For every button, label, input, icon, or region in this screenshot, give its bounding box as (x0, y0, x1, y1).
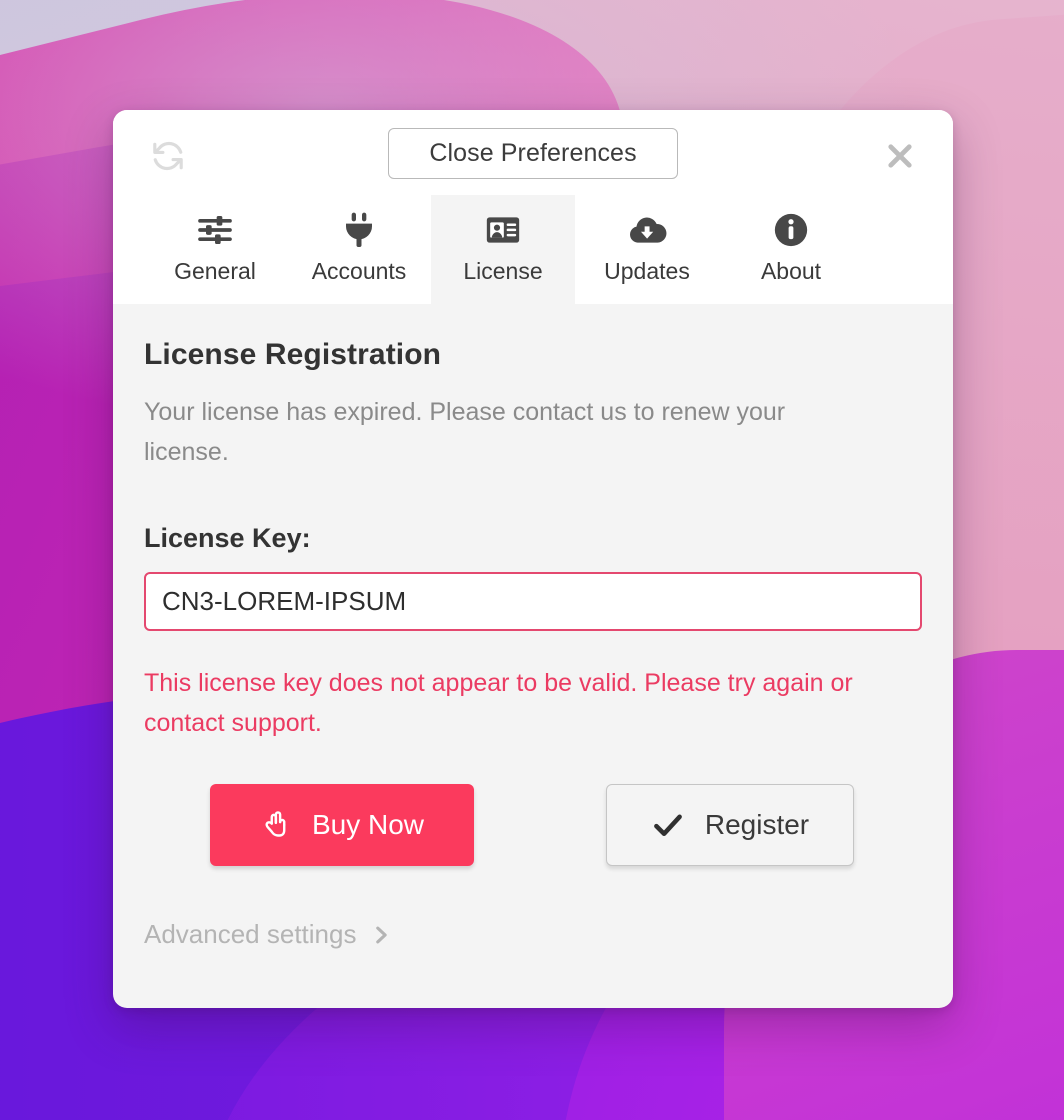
advanced-settings-label: Advanced settings (144, 919, 357, 949)
buy-now-label: Buy Now (311, 809, 425, 840)
tab-label: About (760, 258, 822, 284)
chevron-right-icon (370, 924, 392, 946)
tab-label: Updates (604, 258, 690, 284)
tab-about[interactable]: About (719, 195, 863, 304)
license-key-input[interactable] (144, 572, 922, 631)
tab-general[interactable]: General (143, 195, 287, 304)
license-actions: Buy Now Register (144, 784, 922, 866)
page-title: License Registration (144, 338, 442, 371)
checkmark-icon (651, 808, 685, 842)
tab-label: Accounts (311, 258, 407, 284)
power-plug-icon (339, 209, 379, 251)
id-card-icon (483, 209, 523, 251)
hand-pointer-icon (260, 808, 294, 842)
close-x-icon[interactable] (877, 133, 923, 179)
register-button[interactable]: Register (606, 784, 854, 866)
license-error-message: This license key does not appear to be v… (144, 669, 853, 737)
license-panel: License Registration Your license has ex… (113, 338, 953, 950)
tab-label: General (174, 258, 256, 284)
buy-now-button[interactable]: Buy Now (210, 784, 474, 866)
sliders-icon (195, 209, 235, 251)
preferences-tabbar: General Accounts License Updates About (113, 195, 953, 304)
license-status-description: Your license has expired. Please contact… (144, 398, 786, 466)
refresh-sync-icon[interactable] (146, 134, 190, 178)
dialog-header: Close Preferences General Accounts Licen… (113, 110, 953, 304)
register-label: Register (704, 809, 810, 840)
cloud-download-icon (626, 209, 668, 251)
tab-license[interactable]: License (431, 195, 575, 304)
tab-accounts[interactable]: Accounts (287, 195, 431, 304)
license-key-label: License Key: (144, 523, 311, 553)
close-preferences-button[interactable]: Close Preferences (388, 128, 678, 179)
preferences-dialog: Close Preferences General Accounts Licen… (113, 110, 953, 1008)
desktop-wallpaper: Close Preferences General Accounts Licen… (0, 0, 1064, 1120)
tab-label: License (463, 258, 543, 284)
tab-updates[interactable]: Updates (575, 195, 719, 304)
info-circle-icon (772, 209, 810, 251)
advanced-settings-link[interactable]: Advanced settings (144, 919, 392, 950)
